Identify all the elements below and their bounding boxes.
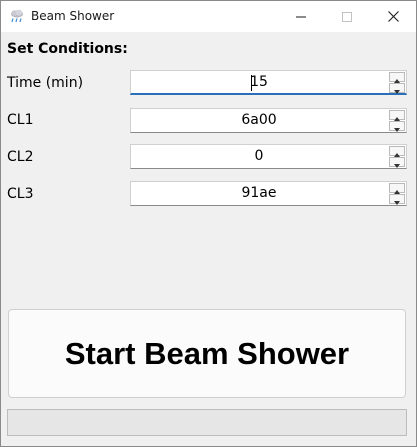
title-bar[interactable]: Beam Shower — [1, 1, 416, 32]
arrow-down-icon — [394, 190, 400, 209]
cl2-decrement-button[interactable] — [389, 157, 405, 168]
arrow-down-icon — [394, 117, 400, 136]
cl3-decrement-button[interactable] — [389, 194, 405, 205]
start-beam-shower-button[interactable]: Start Beam Shower — [8, 309, 406, 398]
progress-bar — [7, 409, 407, 436]
cl1-label: CL1 — [7, 112, 34, 128]
maximize-button[interactable] — [324, 1, 370, 32]
arrow-down-icon — [394, 153, 400, 172]
cl3-label: CL3 — [7, 186, 34, 202]
cl2-value[interactable]: 0 — [131, 145, 387, 168]
rain-cloud-icon — [9, 8, 25, 24]
set-conditions-heading: Set Conditions: — [7, 41, 128, 57]
close-button[interactable] — [370, 1, 416, 32]
time-label: Time (min) — [7, 75, 84, 91]
arrow-down-icon — [394, 79, 400, 98]
app-window: Beam Shower Set Conditions: Time (min) 1… — [0, 0, 417, 447]
cl1-value[interactable]: 6a00 — [131, 109, 387, 132]
cl1-spinbox[interactable]: 6a00 — [130, 108, 407, 133]
minimize-button[interactable] — [278, 1, 324, 32]
time-spinbox[interactable]: 15 — [130, 70, 407, 95]
time-value[interactable]: 15 — [131, 71, 387, 94]
maximize-icon — [342, 11, 352, 22]
cl2-spinbox[interactable]: 0 — [130, 144, 407, 169]
minimize-icon — [296, 12, 306, 22]
time-decrement-button[interactable] — [389, 83, 405, 94]
cl3-value[interactable]: 91ae — [131, 182, 387, 205]
cl1-decrement-button[interactable] — [389, 121, 405, 132]
window-title: Beam Shower — [31, 9, 115, 23]
cl3-spinbox[interactable]: 91ae — [130, 181, 407, 206]
text-caret — [251, 75, 252, 91]
cl2-label: CL2 — [7, 149, 34, 165]
close-icon — [387, 11, 399, 22]
